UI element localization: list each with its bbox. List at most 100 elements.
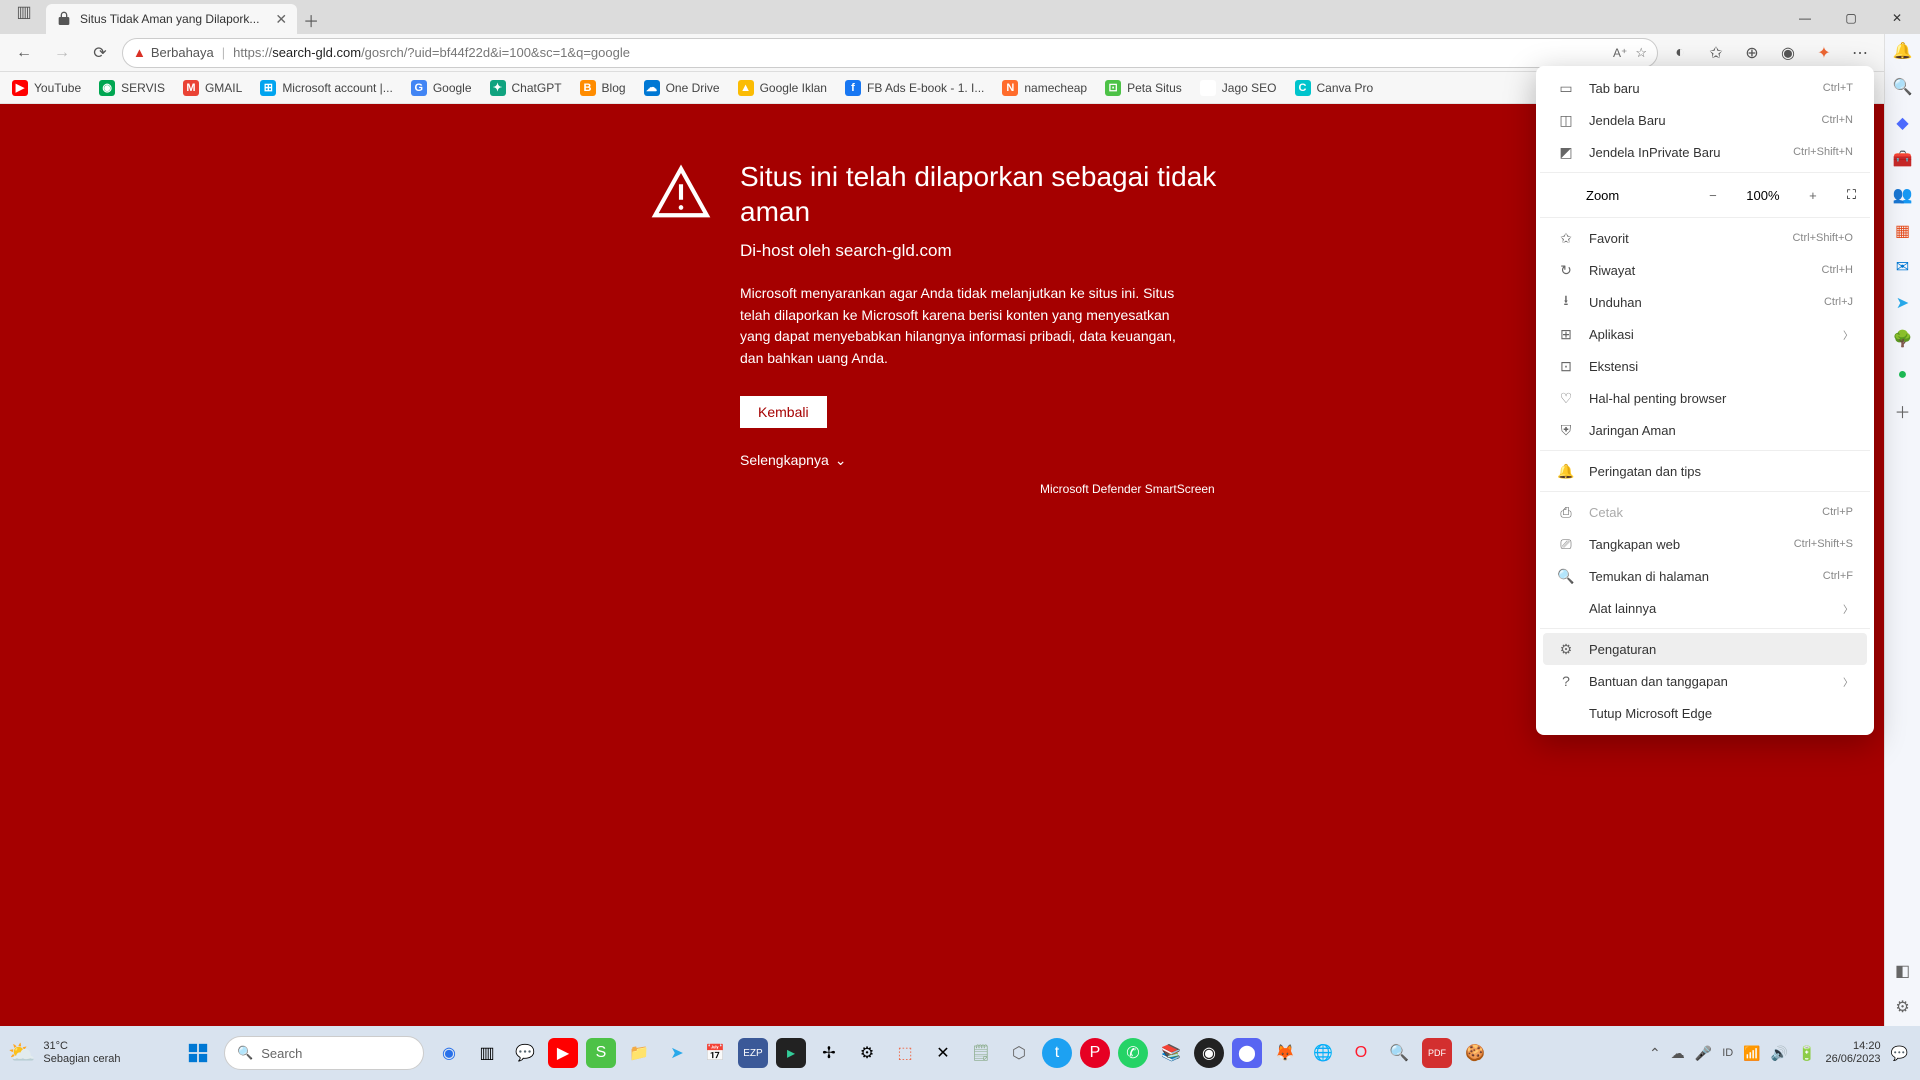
minimize-button[interactable]: ―	[1782, 2, 1828, 34]
tb-copilot-icon[interactable]: ◉	[434, 1038, 464, 1068]
tb-pinterest-icon[interactable]: P	[1080, 1038, 1110, 1068]
close-window-button[interactable]: ✕	[1874, 2, 1920, 34]
browser-tab[interactable]: Situs Tidak Aman yang Dilapork... ✕	[46, 4, 297, 34]
menu-item-ekstensi[interactable]: ⊡Ekstensi	[1543, 350, 1867, 382]
tb-search2-icon[interactable]: 🔍	[1384, 1038, 1414, 1068]
bookmark-item[interactable]: fFB Ads E-book - 1. I...	[845, 80, 984, 96]
go-back-button[interactable]: Kembali	[740, 396, 827, 428]
tray-volume-icon[interactable]: 🔊	[1771, 1045, 1788, 1062]
back-button[interactable]: ←	[8, 37, 40, 69]
sb-add-icon[interactable]: ＋	[1892, 400, 1914, 422]
tb-cookie-icon[interactable]: 🍪	[1460, 1038, 1490, 1068]
tray-lang-icon[interactable]: ID	[1722, 1047, 1733, 1059]
tray-chevron-icon[interactable]: ⌃	[1649, 1045, 1661, 1062]
tb-code-icon[interactable]: ▸	[776, 1038, 806, 1068]
tb-app1-icon[interactable]: S	[586, 1038, 616, 1068]
tray-battery-icon[interactable]: 🔋	[1798, 1045, 1815, 1062]
menu-item-peringatan-dan-tips[interactable]: 🔔Peringatan dan tips	[1543, 455, 1867, 487]
tray-mic-icon[interactable]: 🎤	[1695, 1045, 1712, 1062]
sb-search-icon[interactable]: 🔍	[1892, 76, 1914, 98]
tb-firefox-icon[interactable]: 🦊	[1270, 1038, 1300, 1068]
bookmark-item[interactable]: MGMAIL	[183, 80, 242, 96]
tb-whatsapp-icon[interactable]: ✆	[1118, 1038, 1148, 1068]
address-bar[interactable]: ▲ Berbahaya | https://search-gld.com/gos…	[122, 38, 1658, 68]
menu-item-bantuan-dan-tanggapan[interactable]: ?Bantuan dan tanggapan〉	[1543, 665, 1867, 697]
bookmark-item[interactable]: GGoogle	[411, 80, 472, 96]
menu-item-favorit[interactable]: ✩FavoritCtrl+Shift+O	[1543, 222, 1867, 254]
tb-opera-icon[interactable]: O	[1346, 1038, 1376, 1068]
sb-spotify-icon[interactable]: ●	[1892, 364, 1914, 386]
tracking-icon[interactable]: ◐	[1664, 37, 1696, 69]
tb-discord-icon[interactable]: ⬤	[1232, 1038, 1262, 1068]
tb-note-icon[interactable]: 🗒	[966, 1038, 996, 1068]
sb-settings-icon[interactable]: ⚙	[1892, 996, 1914, 1018]
menu-item-tab-baru[interactable]: ▭Tab baruCtrl+T	[1543, 72, 1867, 104]
tray-clock[interactable]: 14:20 26/06/2023	[1826, 1040, 1881, 1065]
tb-app2-icon[interactable]: ⬚	[890, 1038, 920, 1068]
read-aloud-icon[interactable]: A⁺	[1613, 46, 1627, 60]
tray-wifi-icon[interactable]: 📶	[1743, 1045, 1760, 1062]
tb-twitter-icon[interactable]: t	[1042, 1038, 1072, 1068]
bookmark-item[interactable]: ✦ChatGPT	[490, 80, 562, 96]
bookmark-item[interactable]: ▲Google Iklan	[738, 80, 827, 96]
bookmark-item[interactable]: BBlog	[580, 80, 626, 96]
tb-gear-icon[interactable]: ⚙	[852, 1038, 882, 1068]
menu-item-jendela-inprivate-baru[interactable]: ◩Jendela InPrivate BaruCtrl+Shift+N	[1543, 136, 1867, 168]
tb-edge-icon[interactable]: 🌐	[1308, 1038, 1338, 1068]
collections-icon[interactable]: ⊕	[1736, 37, 1768, 69]
tb-calendar-icon[interactable]: 📅	[700, 1038, 730, 1068]
bookmark-item[interactable]: 🗎Jago SEO	[1200, 80, 1277, 96]
extension-pin-icon[interactable]: ✦	[1808, 37, 1840, 69]
tb-shuffle-icon[interactable]: ✕	[928, 1038, 958, 1068]
security-chip[interactable]: ▲ Berbahaya	[133, 45, 214, 60]
sb-telegram-icon[interactable]: ➤	[1892, 292, 1914, 314]
favorites-bar-icon[interactable]: ✩	[1700, 37, 1732, 69]
tb-telegram-icon[interactable]: ➤	[662, 1038, 692, 1068]
settings-menu-button[interactable]: ⋯	[1844, 37, 1876, 69]
tray-cloud-icon[interactable]: ☁	[1671, 1045, 1685, 1062]
menu-item-alat-lainnya[interactable]: Alat lainnya〉	[1543, 592, 1867, 624]
menu-item-tutup-microsoft-edge[interactable]: Tutup Microsoft Edge	[1543, 697, 1867, 729]
sb-people-icon[interactable]: 👥	[1892, 184, 1914, 206]
more-info-link[interactable]: Selengkapnya ⌄	[740, 452, 1270, 469]
bookmark-item[interactable]: CCanva Pro	[1295, 80, 1374, 96]
menu-item-jendela-baru[interactable]: ◫Jendela BaruCtrl+N	[1543, 104, 1867, 136]
menu-item-hal-hal-penting-browser[interactable]: ♡Hal-hal penting browser	[1543, 382, 1867, 414]
extensions-profile-icon[interactable]: ◉	[1772, 37, 1804, 69]
tray-notifications-icon[interactable]: 💬	[1891, 1045, 1908, 1062]
bookmark-item[interactable]: ☁One Drive	[644, 80, 720, 96]
close-tab-icon[interactable]: ✕	[275, 11, 287, 28]
tb-taskview-icon[interactable]: ▥	[472, 1038, 502, 1068]
sb-shop-icon[interactable]: ◆	[1892, 112, 1914, 134]
bookmark-item[interactable]: ◉SERVIS	[99, 80, 165, 96]
sb-bell-icon[interactable]: 🔔	[1892, 40, 1914, 62]
tb-youtube-icon[interactable]: ▶	[548, 1038, 578, 1068]
fullscreen-icon[interactable]: ⛶	[1847, 187, 1856, 203]
menu-item-riwayat[interactable]: ↻RiwayatCtrl+H	[1543, 254, 1867, 286]
menu-item-temukan-di-halaman[interactable]: 🔍Temukan di halamanCtrl+F	[1543, 560, 1867, 592]
tb-chat-icon[interactable]: 💬	[510, 1038, 540, 1068]
zoom-out-button[interactable]: −	[1699, 188, 1727, 203]
zoom-in-button[interactable]: +	[1799, 188, 1827, 203]
favorite-star-icon[interactable]: ☆	[1635, 45, 1647, 61]
refresh-button[interactable]: ⟳	[84, 37, 116, 69]
bookmark-item[interactable]: ▶YouTube	[12, 80, 81, 96]
menu-item-tangkapan-web[interactable]: ⎚Tangkapan webCtrl+Shift+S	[1543, 528, 1867, 560]
tb-books-icon[interactable]: 📚	[1156, 1038, 1186, 1068]
tb-pdf-icon[interactable]: PDF	[1422, 1038, 1452, 1068]
menu-item-pengaturan[interactable]: ⚙Pengaturan	[1543, 633, 1867, 665]
tb-plus-icon[interactable]: ✢	[814, 1038, 844, 1068]
tb-hex-icon[interactable]: ⬡	[1004, 1038, 1034, 1068]
weather-widget[interactable]: ⛅ 31°C Sebagian cerah	[8, 1040, 178, 1066]
sb-office-icon[interactable]: ▦	[1892, 220, 1914, 242]
tb-ezp-icon[interactable]: EZP	[738, 1038, 768, 1068]
bookmark-item[interactable]: ⊞Microsoft account |...	[260, 80, 393, 96]
sb-tree-icon[interactable]: 🌳	[1892, 328, 1914, 350]
tb-obs-icon[interactable]: ◉	[1194, 1038, 1224, 1068]
tb-explorer-icon[interactable]: 📁	[624, 1038, 654, 1068]
menu-item-jaringan-aman[interactable]: ⛨Jaringan Aman	[1543, 414, 1867, 446]
new-tab-button[interactable]: ＋	[297, 6, 325, 34]
start-button[interactable]	[182, 1037, 214, 1069]
sb-outlook-icon[interactable]: ✉	[1892, 256, 1914, 278]
taskbar-search[interactable]: 🔍 Search	[224, 1036, 424, 1070]
